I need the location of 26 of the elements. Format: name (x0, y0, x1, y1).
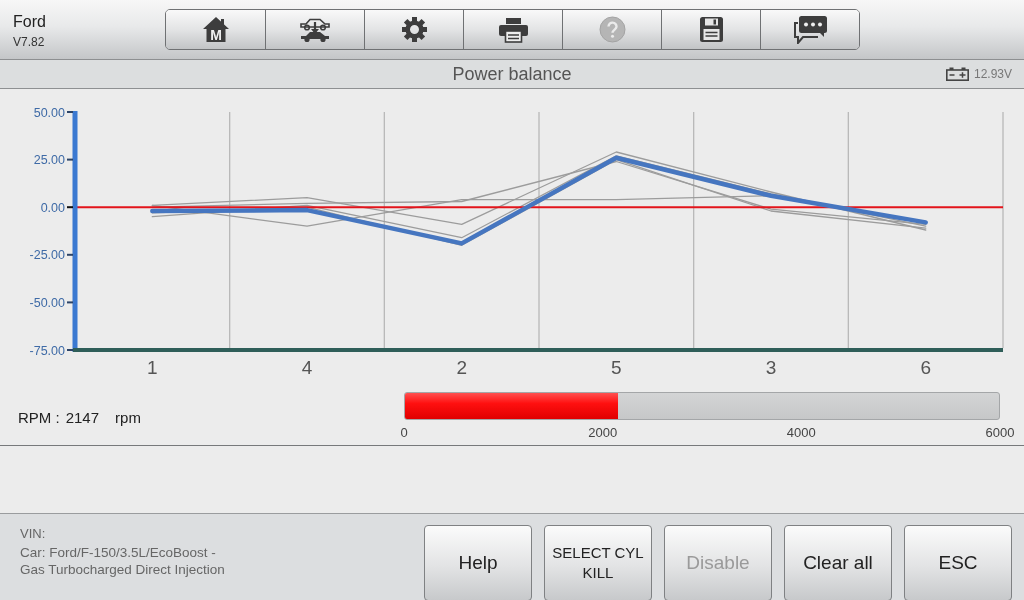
gauge-scale-label: 2000 (588, 425, 618, 440)
rpm-value: 2147 (65, 409, 100, 426)
house-icon: M (201, 16, 230, 43)
y-tick-label: -50.00 (29, 295, 65, 310)
x-tick-label: 4 (301, 357, 313, 378)
vehicle-description: Car: Ford/F-150/3.5L/EcoBoost - Gas Turbocharged Direct Injection (20, 544, 226, 578)
battery-voltage: 12.93V (973, 67, 1012, 81)
y-tick-label: 50.00 (33, 105, 65, 120)
gauge-scale-label: 0 (400, 425, 408, 440)
y-tick-label: -25.00 (29, 248, 65, 263)
y-tick-label: -75.00 (29, 343, 65, 358)
x-tick-label: 5 (611, 357, 622, 378)
rpm-label: RPM : (18, 409, 60, 426)
x-tick-label: 6 (920, 357, 931, 378)
make-title: Ford (13, 13, 46, 31)
x-tick-label: 2 (456, 357, 467, 378)
screen-title: Power balance (452, 63, 572, 85)
gauge-scale-label: 4000 (786, 425, 816, 440)
vin-label: VIN: (20, 526, 46, 542)
gauge-scale-label: 6000 (985, 425, 1015, 440)
rpm-unit: rpm (115, 409, 141, 426)
version-label: V7.82 (13, 35, 45, 49)
x-tick-label: 1 (147, 357, 158, 378)
y-tick-label: 25.00 (33, 153, 65, 168)
x-tick-label: 3 (765, 357, 777, 378)
y-tick-label: 0.00 (40, 200, 65, 215)
